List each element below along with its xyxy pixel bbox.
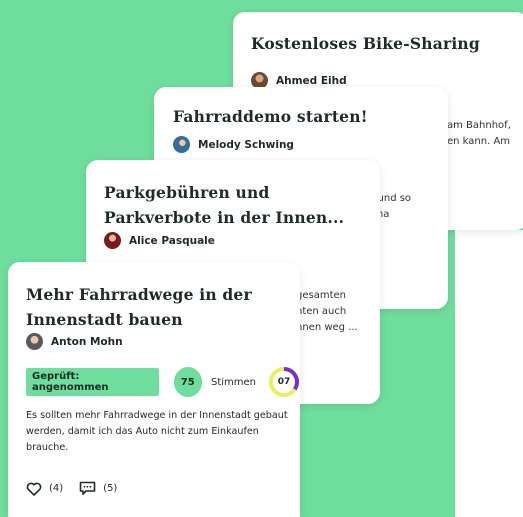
- card-title: Parkgebühren und Parkverbote in der Inne…: [104, 183, 345, 227]
- excerpt-line: gesamten: [296, 290, 346, 301]
- avatar: [26, 333, 43, 350]
- card-title: Kostenloses Bike-Sharing: [251, 34, 480, 53]
- excerpt-line: am Bahnhof,: [447, 120, 511, 131]
- score-value: 07: [277, 377, 291, 387]
- card-description: Es sollten mehr Fahrradwege in der Innen…: [26, 410, 288, 453]
- like-button[interactable]: (4): [26, 482, 63, 496]
- author: Alice Pasquale: [104, 232, 215, 249]
- author: Anton Mohn: [26, 333, 123, 350]
- author: Melody Schwing: [173, 136, 294, 153]
- comment-icon: [79, 481, 96, 495]
- author-name: Ahmed Eihd: [276, 74, 347, 87]
- card-title: Mehr Fahrradwege in der Innenstadt bauen: [26, 285, 252, 329]
- status-badge: Geprüft: angenommen: [26, 368, 159, 396]
- author-name: Alice Pasquale: [129, 234, 215, 247]
- proposal-card[interactable]: Mehr Fahrradwege in der Innenstadt bauen…: [8, 262, 300, 517]
- like-count: (4): [49, 483, 64, 494]
- score-ring: 07: [268, 366, 300, 398]
- heart-icon: [26, 482, 42, 496]
- comment-count: (5): [103, 483, 118, 494]
- author-name: Anton Mohn: [51, 335, 123, 348]
- votes-count: 75: [173, 367, 202, 397]
- author-name: Melody Schwing: [198, 138, 294, 151]
- votes-label: Stimmen: [210, 376, 256, 388]
- card-actions: (4) (5): [26, 481, 117, 496]
- excerpt-line: nnen weg ...: [296, 322, 358, 333]
- card-title: Fahrraddemo starten!: [173, 107, 368, 126]
- excerpt-line: en kann. Am: [447, 136, 511, 147]
- card-excerpt: am Bahnhof, en kann. Am: [447, 118, 511, 150]
- status-row: Geprüft: angenommen 75 Stimmen 07: [26, 366, 300, 398]
- avatar: [173, 136, 190, 153]
- comment-button[interactable]: (5): [79, 481, 117, 496]
- card-excerpt: gesamten nten auch nnen weg ...: [296, 288, 358, 336]
- excerpt-line: nten auch: [296, 306, 347, 317]
- avatar: [104, 232, 121, 249]
